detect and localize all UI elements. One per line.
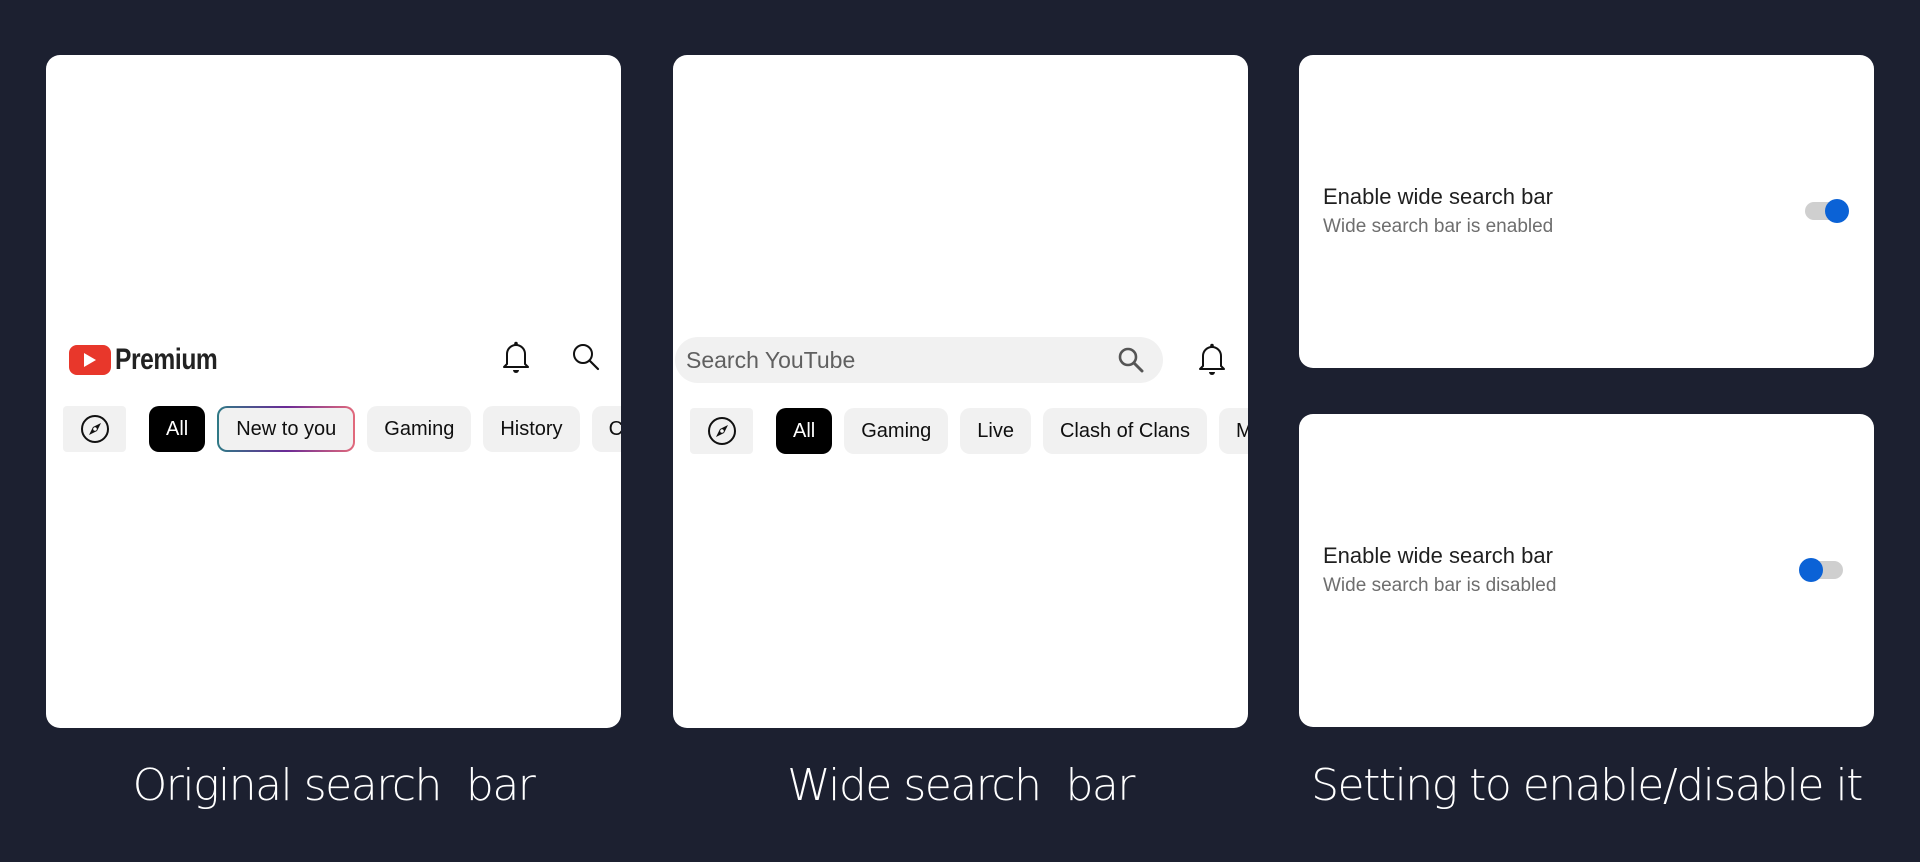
search-input[interactable]: Search YouTube bbox=[675, 337, 1163, 383]
chip-clipped[interactable]: M bbox=[1219, 408, 1248, 454]
search-placeholder: Search YouTube bbox=[686, 346, 856, 373]
search-icon[interactable] bbox=[1117, 346, 1145, 374]
chip-gaming[interactable]: Gaming bbox=[844, 408, 949, 454]
premium-label: Premium bbox=[115, 343, 218, 376]
setting-title: Enable wide search bar bbox=[1323, 543, 1553, 568]
compass-icon bbox=[707, 417, 736, 445]
explore-chip[interactable] bbox=[63, 406, 126, 452]
wide-search-toggle-off[interactable] bbox=[1799, 556, 1843, 582]
original-search-bar-preview: Premium All New to you Gaming History C bbox=[46, 55, 621, 728]
wide-search-toggle-on[interactable] bbox=[1805, 197, 1849, 223]
setting-disabled-preview: Enable wide search bar Wide search bar i… bbox=[1299, 414, 1874, 727]
explore-chip[interactable] bbox=[690, 408, 753, 454]
compass-icon bbox=[80, 415, 109, 443]
wide-search-bar-preview: Search YouTube All Gaming Live Clash of … bbox=[673, 55, 1248, 728]
toggle-thumb bbox=[1825, 199, 1849, 223]
setting-title: Enable wide search bar bbox=[1323, 184, 1553, 209]
chip-bar: All New to you Gaming History C bbox=[63, 406, 621, 452]
chip-all[interactable]: All bbox=[776, 408, 833, 454]
youtube-play-icon bbox=[69, 345, 111, 375]
chip-all[interactable]: All bbox=[149, 406, 206, 452]
chip-history[interactable]: History bbox=[483, 406, 580, 452]
chip-gaming[interactable]: Gaming bbox=[367, 406, 472, 452]
bell-icon[interactable] bbox=[1197, 342, 1227, 381]
caption-original: Original search bar bbox=[132, 760, 536, 811]
setting-subtitle: Wide search bar is enabled bbox=[1323, 216, 1554, 237]
caption-wide: Wide search bar bbox=[787, 760, 1135, 811]
chip-clipped[interactable]: C bbox=[591, 406, 621, 452]
setting-enabled-preview: Enable wide search bar Wide search bar i… bbox=[1299, 55, 1874, 368]
bell-icon[interactable] bbox=[501, 340, 531, 379]
caption-setting: Setting to enable/disable it bbox=[1311, 760, 1863, 811]
setting-subtitle: Wide search bar is disabled bbox=[1323, 575, 1557, 596]
toggle-thumb bbox=[1799, 558, 1823, 582]
chip-live[interactable]: Live bbox=[960, 408, 1031, 454]
youtube-premium-logo[interactable]: Premium bbox=[69, 343, 240, 377]
chip-bar: All Gaming Live Clash of Clans M bbox=[690, 408, 1248, 454]
chip-new-to-you[interactable]: New to you bbox=[217, 406, 355, 452]
search-icon[interactable] bbox=[571, 342, 601, 377]
chip-clash-of-clans[interactable]: Clash of Clans bbox=[1042, 408, 1208, 454]
